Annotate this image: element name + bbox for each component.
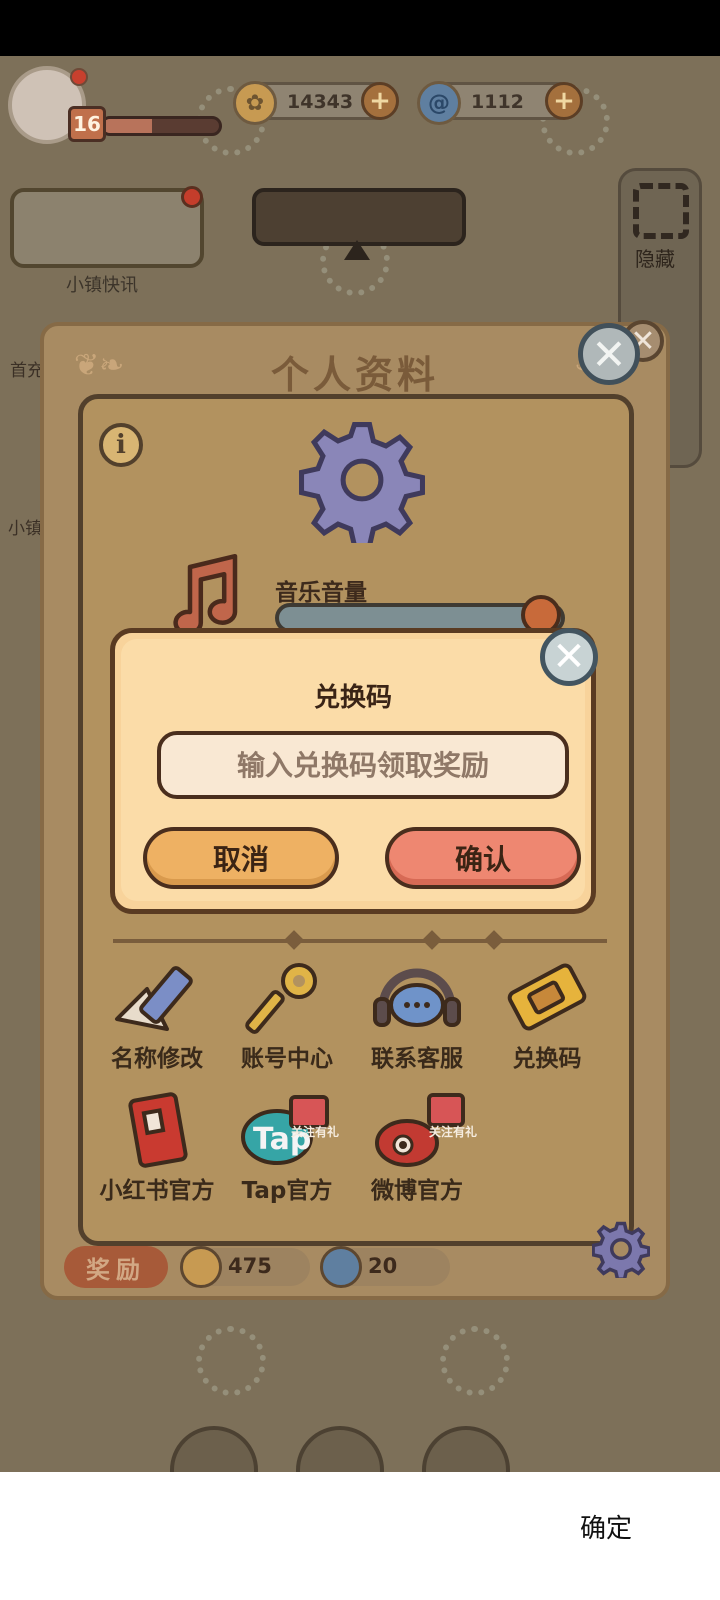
pencil-icon (107, 959, 207, 1039)
coin-counter: ✿ 14343 + (233, 81, 399, 125)
bottom-menu-button[interactable] (170, 1426, 258, 1472)
tap-icon: Tap 关注有礼 (237, 1091, 340, 1171)
side-menu-label[interactable]: 小镇 (8, 514, 42, 539)
bottom-menu-button[interactable] (422, 1426, 510, 1472)
level-badge: 16 (68, 106, 106, 142)
customer-service-button[interactable]: 联系客服 (353, 959, 481, 1073)
tap-official-button[interactable]: Tap 关注有礼 Tap官方 (223, 1091, 351, 1205)
weibo-official-label: 微博官方 (371, 1178, 463, 1204)
redeem-code-label: 兑换码 (512, 1046, 582, 1072)
xp-progress-fill (103, 119, 152, 133)
system-bottom-bar: 确定 (0, 1472, 720, 1600)
sun-decor-icon (196, 1326, 266, 1396)
notification-dot (181, 186, 203, 208)
rename-label: 名称修改 (111, 1046, 203, 1072)
gift-tag: 关注有礼 (429, 1125, 478, 1139)
coin-icon (180, 1246, 222, 1288)
rename-button[interactable]: 名称修改 (93, 959, 221, 1073)
diamond-decor-icon (422, 930, 442, 950)
diamond-decor-icon (484, 930, 504, 950)
customer-service-label: 联系客服 (371, 1046, 463, 1072)
profile-title: 个人资料 (270, 353, 439, 397)
confirm-button[interactable]: 确认 (385, 827, 581, 889)
gift-tag: 关注有礼 (291, 1125, 340, 1139)
side-menu-label[interactable]: 首充 (10, 356, 44, 381)
coin-icon: ✿ (233, 81, 277, 125)
cancel-button[interactable]: 取消 (143, 827, 339, 889)
close-icon[interactable]: ✕ (578, 323, 640, 385)
info-icon[interactable]: i (99, 423, 143, 467)
hide-label[interactable]: 隐藏 (635, 243, 675, 272)
swirl-gem-icon: @ (417, 81, 461, 125)
reward-gems: 20 (320, 1246, 450, 1288)
town-news-label: 小镇快讯 (66, 275, 138, 296)
sun-decor-icon (440, 1326, 510, 1396)
notification-dot (70, 68, 88, 86)
town-news-box[interactable] (10, 188, 204, 268)
diamond-decor-icon (284, 930, 304, 950)
redeem-code-button[interactable]: 兑换码 (483, 959, 611, 1073)
ok-button[interactable]: 确定 (580, 1508, 632, 1545)
gear-icon (299, 422, 425, 543)
xiaohongshu-official-button[interactable]: 小红书官方 (93, 1091, 221, 1205)
gem-value: 1112 (471, 91, 524, 113)
close-icon[interactable]: ✕ (540, 628, 598, 686)
ticket-icon (497, 959, 597, 1039)
day-night-pointer-icon (344, 240, 370, 260)
account-center-button[interactable]: 账号中心 (223, 959, 351, 1073)
coin-value: 14343 (287, 91, 354, 113)
xiaohongshu-official-label: 小红书官方 (99, 1178, 215, 1204)
tap-official-label: Tap官方 (241, 1178, 333, 1204)
swirl-gem-icon (320, 1246, 362, 1288)
account-center-label: 账号中心 (241, 1046, 333, 1072)
headset-icon (367, 959, 467, 1039)
settings-gear-icon[interactable] (592, 1220, 650, 1278)
music-note-icon (173, 553, 238, 636)
xp-progress-bar (100, 116, 222, 136)
dialog-body: 兑换码 取消 确认 (121, 639, 585, 901)
key-icon (237, 959, 337, 1039)
add-coins-button[interactable]: + (361, 82, 399, 120)
weibo-official-button[interactable]: 关注有礼 微博官方 (353, 1091, 481, 1205)
gem-counter: @ 1112 + (417, 81, 583, 125)
reward-coins: 475 (180, 1246, 310, 1288)
book-icon (107, 1091, 207, 1171)
music-volume-label: 音乐音量 (275, 580, 367, 606)
reward-label: 奖励 (64, 1246, 168, 1288)
redeem-code-dialog: 兑换码 取消 确认 (110, 628, 596, 914)
reward-row: 奖励 475 20 (64, 1246, 484, 1290)
add-gems-button[interactable]: + (545, 82, 583, 120)
bottom-menu-button[interactable] (296, 1426, 384, 1472)
divider (113, 939, 607, 943)
reward-coins-value: 475 (228, 1254, 272, 1278)
redeem-code-input[interactable] (157, 731, 569, 799)
reward-gems-value: 20 (368, 1254, 398, 1278)
weibo-icon: 关注有礼 (367, 1091, 477, 1171)
hide-frame-icon[interactable] (633, 183, 689, 239)
day-night-indicator[interactable] (252, 188, 466, 246)
dialog-title: 兑换码 (313, 683, 392, 713)
